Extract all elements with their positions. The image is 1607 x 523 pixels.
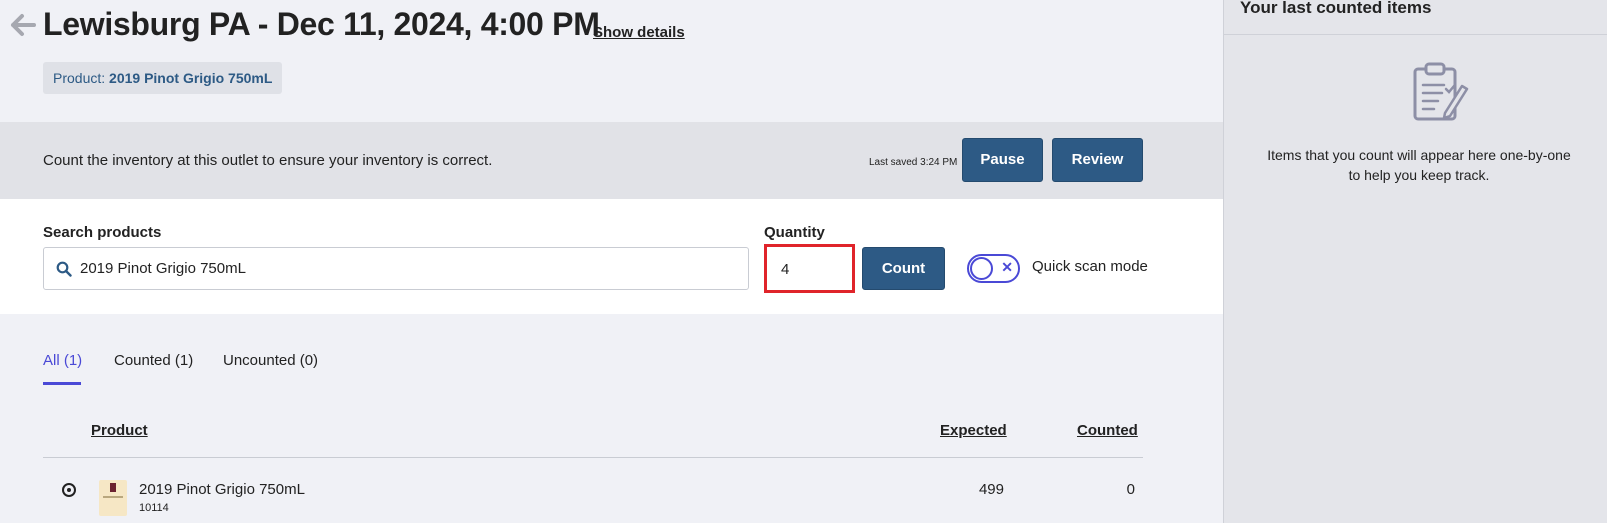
last-saved-text: Last saved 3:24 PM xyxy=(869,157,958,168)
quantity-input[interactable]: 4 xyxy=(764,244,855,293)
product-thumbnail xyxy=(99,480,127,516)
search-input[interactable]: 2019 Pinot Grigio 750mL xyxy=(43,247,749,290)
product-chip-value: 2019 Pinot Grigio 750mL xyxy=(109,70,273,86)
toggle-knob xyxy=(970,257,993,280)
tab-all[interactable]: All (1) xyxy=(43,352,82,369)
quick-scan-toggle[interactable]: ✕ xyxy=(967,254,1020,283)
quick-scan-label: Quick scan mode xyxy=(1032,258,1148,275)
search-label: Search products xyxy=(43,224,162,241)
main-content: Lewisburg PA - Dec 11, 2024, 4:00 PM Sho… xyxy=(0,0,1223,523)
product-chip-label: Product: xyxy=(53,70,106,86)
side-panel-title: Your last counted items xyxy=(1240,0,1432,17)
count-button[interactable]: Count xyxy=(862,247,945,290)
clipboard-icon xyxy=(1412,61,1470,123)
row-expected: 499 xyxy=(978,481,1004,498)
quantity-label: Quantity xyxy=(764,224,825,241)
page-title: Lewisburg PA - Dec 11, 2024, 4:00 PM xyxy=(43,6,600,42)
row-product-name: 2019 Pinot Grigio 750mL xyxy=(139,481,305,498)
row-product-sku: 10114 xyxy=(139,502,169,514)
review-button[interactable]: Review xyxy=(1052,138,1143,182)
active-tab-indicator xyxy=(43,382,81,385)
search-icon xyxy=(56,261,72,277)
close-icon: ✕ xyxy=(1001,259,1013,275)
search-panel: Search products Quantity 2019 Pinot Grig… xyxy=(0,199,1223,314)
product-filter-chip[interactable]: Product: 2019 Pinot Grigio 750mL xyxy=(43,62,283,94)
last-counted-panel: Your last counted items Items that you c… xyxy=(1223,0,1607,523)
table-divider xyxy=(43,457,1143,458)
column-header-counted[interactable]: Counted xyxy=(1077,422,1138,439)
quantity-value: 4 xyxy=(781,261,790,278)
pause-button[interactable]: Pause xyxy=(962,138,1043,182)
radio-icon[interactable] xyxy=(62,483,76,497)
side-divider xyxy=(1224,34,1607,35)
row-counted: 0 xyxy=(1126,481,1135,498)
info-bar: Count the inventory at this outlet to en… xyxy=(0,122,1223,199)
bottle-neck xyxy=(110,483,116,492)
bottle-label xyxy=(103,496,123,498)
column-header-expected[interactable]: Expected xyxy=(940,422,1007,439)
info-text: Count the inventory at this outlet to en… xyxy=(43,152,493,169)
tab-counted[interactable]: Counted (1) xyxy=(114,352,193,369)
tab-uncounted[interactable]: Uncounted (0) xyxy=(223,352,318,369)
back-arrow-icon[interactable] xyxy=(10,12,36,38)
side-panel-empty-text: Items that you count will appear here on… xyxy=(1267,147,1571,183)
show-details-link[interactable]: Show details xyxy=(593,24,685,41)
column-header-product[interactable]: Product xyxy=(91,422,148,439)
search-value: 2019 Pinot Grigio 750mL xyxy=(80,260,246,277)
